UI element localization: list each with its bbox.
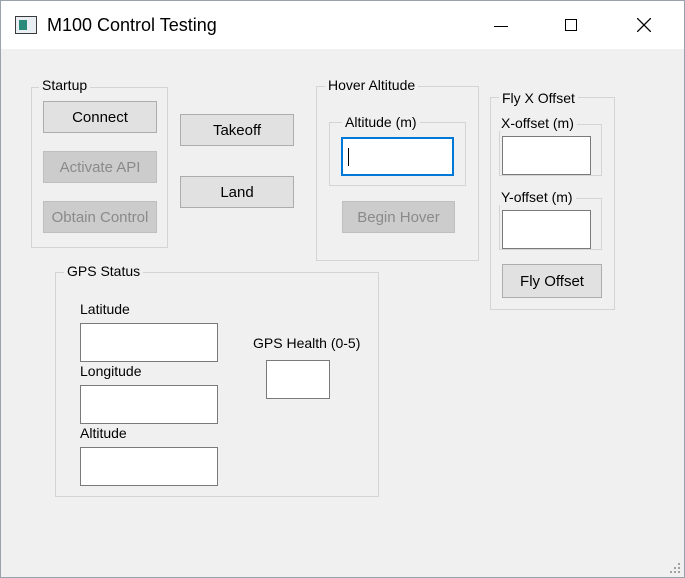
x-offset-subgroup-title: X-offset (m) [498,115,577,131]
hover-altitude-subgroup-title: Altitude (m) [342,114,420,130]
activate-api-button[interactable]: Activate API [43,151,157,183]
hover-altitude-group-title: Hover Altitude [325,77,419,93]
resize-grip-icon[interactable] [669,562,681,574]
longitude-label: Longitude [80,363,142,379]
maximize-icon [565,19,577,31]
latitude-field[interactable] [80,323,218,362]
close-button[interactable] [609,1,679,49]
x-offset-input[interactable] [502,136,591,175]
window-title: M100 Control Testing [47,15,217,35]
obtain-control-button[interactable]: Obtain Control [43,201,157,233]
gps-status-group-title: GPS Status [64,263,144,279]
startup-group-title: Startup [39,77,91,93]
hover-altitude-input[interactable] [341,137,454,176]
latitude-label: Latitude [80,301,130,317]
app-window: M100 Control Testing Startup Connect Act… [0,0,685,578]
y-offset-input[interactable] [502,210,591,249]
fly-offset-button[interactable]: Fly Offset [502,264,602,298]
takeoff-button[interactable]: Takeoff [180,114,294,146]
title-bar[interactable]: M100 Control Testing [1,1,684,49]
gps-altitude-label: Altitude [80,425,127,441]
fly-offset-group-title: Fly X Offset [499,90,578,106]
connect-button[interactable]: Connect [43,101,157,133]
land-button[interactable]: Land [180,176,294,208]
gps-altitude-field[interactable] [80,447,218,486]
close-icon [637,18,651,32]
minimize-icon [494,26,508,27]
text-caret [348,148,349,166]
gps-health-label: GPS Health (0-5) [253,335,361,351]
minimize-button[interactable] [467,1,537,49]
longitude-field[interactable] [80,385,218,424]
gps-health-field[interactable] [266,360,330,399]
begin-hover-button[interactable]: Begin Hover [342,201,455,233]
app-window-icon [15,16,37,34]
maximize-button[interactable] [537,1,607,49]
y-offset-subgroup-title: Y-offset (m) [498,189,576,205]
